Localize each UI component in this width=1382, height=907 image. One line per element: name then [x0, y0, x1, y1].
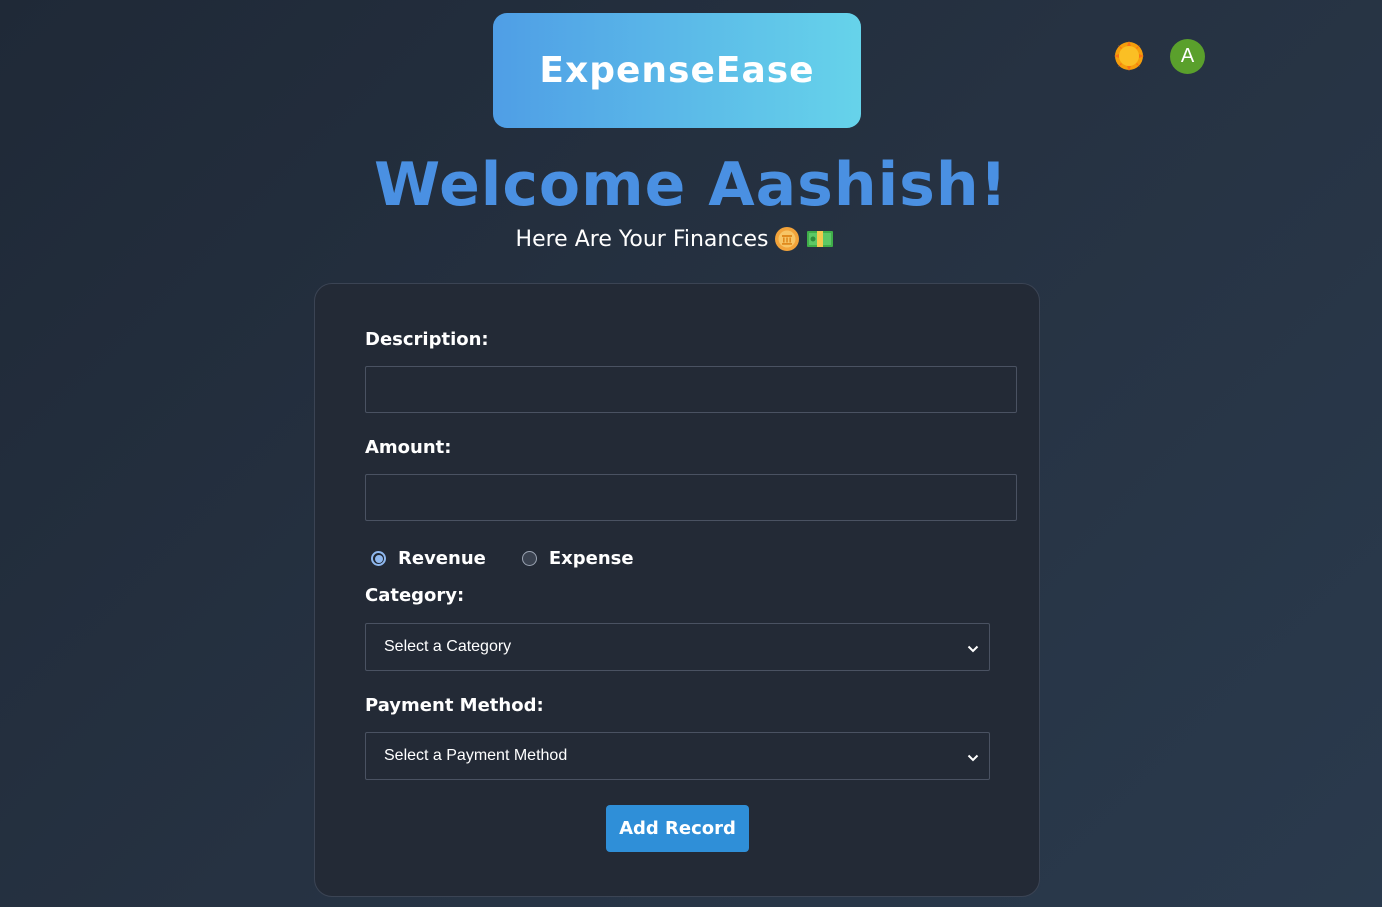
payment-method-label: Payment Method:: [365, 695, 544, 716]
finances-subtitle: Here Are Your Finances: [0, 226, 1350, 252]
revenue-radio-option[interactable]: Revenue: [371, 548, 486, 569]
amount-label: Amount:: [365, 437, 452, 458]
welcome-heading: Welcome Aashish!: [374, 150, 1008, 220]
chevron-down-icon: [967, 638, 979, 657]
payment-method-select-value: Select a Payment Method: [384, 747, 568, 764]
record-form-card: Description: Amount: Revenue Expense Cat…: [314, 283, 1040, 897]
description-input[interactable]: [365, 366, 1017, 413]
expense-radio-option[interactable]: Expense: [521, 548, 634, 569]
sun-icon: [1113, 40, 1145, 76]
payment-method-select[interactable]: Select a Payment Method: [365, 732, 990, 780]
record-type-radio-group: Revenue Expense: [371, 548, 634, 569]
description-label: Description:: [365, 329, 489, 350]
expense-radio[interactable]: [521, 551, 537, 566]
theme-toggle-button[interactable]: [1111, 40, 1147, 76]
brand-logo-box[interactable]: ExpenseEase: [493, 13, 861, 128]
category-select[interactable]: Select a Category: [365, 623, 990, 671]
expense-radio-label: Expense: [548, 548, 634, 569]
user-avatar[interactable]: A: [1170, 39, 1205, 74]
add-record-button[interactable]: Add Record: [606, 805, 749, 852]
revenue-radio[interactable]: [371, 551, 386, 566]
revenue-radio-label: Revenue: [398, 548, 486, 569]
subtitle-text: Here Are Your Finances: [515, 226, 769, 252]
money-bill-icon: [806, 228, 834, 250]
chevron-down-icon: [967, 747, 979, 766]
category-label: Category:: [365, 585, 465, 606]
coin-icon: [774, 226, 800, 252]
category-select-value: Select a Category: [384, 638, 512, 655]
amount-input[interactable]: [365, 474, 1017, 521]
brand-title: ExpenseEase: [539, 50, 815, 91]
